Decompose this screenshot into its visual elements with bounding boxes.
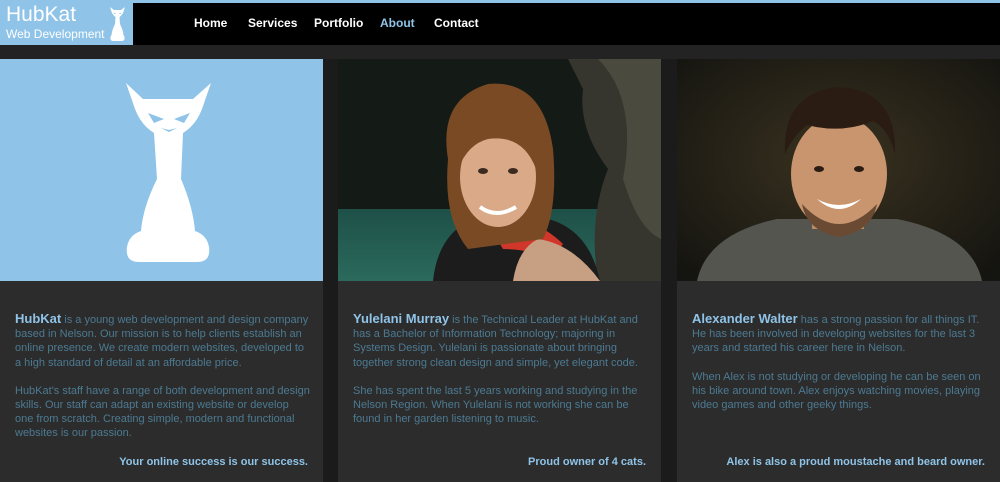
- site-logo[interactable]: HubKat Web Development: [0, 3, 133, 45]
- card-tagline: Your online success is our success.: [119, 456, 308, 468]
- cat-logo-icon: [126, 83, 211, 262]
- nav-contact[interactable]: Contact: [434, 16, 479, 30]
- card-name: Alexander Walter: [692, 311, 798, 326]
- card-name: Yulelani Murray: [353, 311, 450, 326]
- alexander-description: Alexander Walter has a strong passion fo…: [692, 311, 987, 426]
- card-paragraph: HubKat's staff have a range of both deve…: [15, 384, 310, 440]
- hubkat-cat-image: [0, 59, 323, 281]
- nav-about[interactable]: About: [380, 16, 415, 30]
- nav-home[interactable]: Home: [194, 16, 227, 30]
- yulelani-photo: [338, 59, 661, 281]
- hubkat-description: HubKat is a young web development and de…: [15, 311, 310, 455]
- card-alexander: Alexander Walter has a strong passion fo…: [677, 59, 1000, 482]
- card-yulelani: Yulelani Murray is the Technical Leader …: [338, 59, 661, 482]
- card-name: HubKat: [15, 311, 62, 326]
- nav-portfolio[interactable]: Portfolio: [314, 16, 363, 30]
- alexander-photo: [677, 59, 1000, 281]
- yulelani-description: Yulelani Murray is the Technical Leader …: [353, 311, 648, 440]
- card-hubkat: HubKat is a young web development and de…: [0, 59, 323, 482]
- card-paragraph: When Alex is not studying or developing …: [692, 370, 981, 412]
- cat-logo-icon: [110, 7, 125, 41]
- logo-name: HubKat: [6, 3, 77, 26]
- card-tagline: Alex is also a proud moustache and beard…: [726, 456, 985, 468]
- card-paragraph: She has spent the last 5 years working a…: [353, 384, 638, 426]
- nav-services[interactable]: Services: [248, 16, 297, 30]
- navbar: [0, 3, 1000, 45]
- logo-subtitle: Web Development: [6, 27, 105, 41]
- card-tagline: Proud owner of 4 cats.: [528, 456, 646, 468]
- header-divider: [0, 45, 1000, 59]
